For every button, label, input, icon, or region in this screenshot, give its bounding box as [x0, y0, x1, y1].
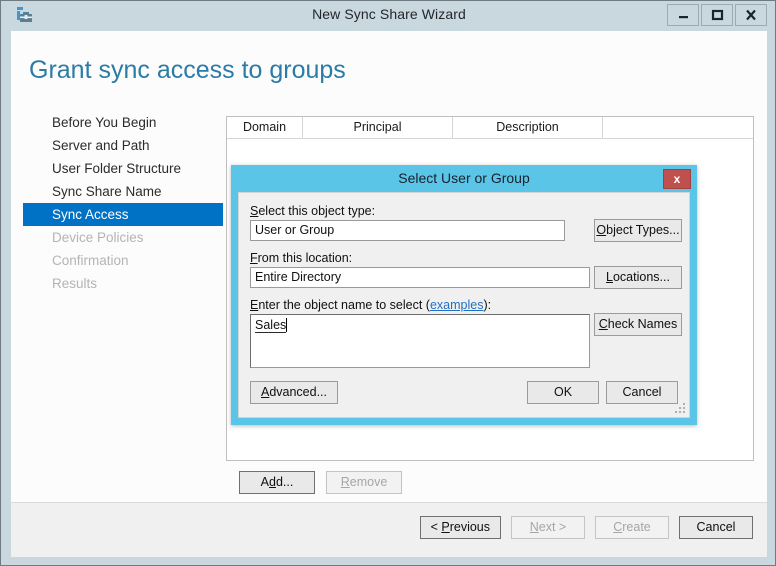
- dialog-close-icon[interactable]: x: [663, 169, 691, 189]
- location-label-accel: F: [250, 251, 258, 265]
- list-action-bar: Add... Remove: [239, 471, 402, 494]
- sidebar-item-before-you-begin[interactable]: Before You Begin: [23, 111, 223, 134]
- ok-button[interactable]: OK: [527, 381, 599, 404]
- column-header-blank[interactable]: [603, 117, 753, 139]
- add-button[interactable]: Add...: [239, 471, 315, 494]
- locations-button[interactable]: Locations...: [594, 266, 682, 289]
- object-type-label: Select this object type:: [250, 204, 375, 218]
- dialog-body: Select this object type: User or Group O…: [238, 192, 690, 418]
- object-name-input[interactable]: Sales: [250, 314, 590, 368]
- sidebar-item-confirmation: Confirmation: [23, 249, 223, 272]
- column-header-description[interactable]: Description: [453, 117, 603, 139]
- add-button-label: Add...: [261, 475, 294, 489]
- sidebar-item-user-folder-structure[interactable]: User Folder Structure: [23, 157, 223, 180]
- object-types-button-label: bject Types...: [606, 223, 679, 237]
- check-names-button[interactable]: Check Names: [594, 313, 682, 336]
- dialog-title: Select User or Group: [231, 165, 697, 192]
- sidebar-item-results: Results: [23, 272, 223, 295]
- create-button-accel: C: [613, 520, 622, 534]
- next-button-accel: N: [530, 520, 539, 534]
- object-name-label-end: ):: [483, 298, 491, 312]
- locations-button-accel: L: [606, 270, 613, 284]
- sidebar-item-device-policies: Device Policies: [23, 226, 223, 249]
- object-name-label-text: nter the object name to select (: [258, 298, 430, 312]
- location-field[interactable]: Entire Directory: [250, 267, 590, 288]
- resize-grip-icon[interactable]: [675, 403, 686, 414]
- maximize-icon[interactable]: [701, 4, 733, 26]
- examples-link[interactable]: examples: [430, 298, 484, 312]
- next-button-label: ext >: [539, 520, 566, 534]
- column-header-domain[interactable]: Domain: [227, 117, 303, 139]
- remove-button-accel: R: [341, 475, 350, 489]
- sidebar-item-server-and-path[interactable]: Server and Path: [23, 134, 223, 157]
- column-header-principal[interactable]: Principal: [303, 117, 453, 139]
- text-caret: [286, 318, 287, 332]
- previous-button-label: < Previous: [431, 520, 490, 534]
- select-user-or-group-dialog: Select User or Group x Select this objec…: [231, 165, 697, 425]
- object-type-label-text: elect this object type:: [258, 204, 375, 218]
- minimize-icon[interactable]: [667, 4, 699, 26]
- wizard-step-nav: Before You Begin Server and Path User Fo…: [23, 111, 223, 295]
- locations-button-label: ocations...: [613, 270, 670, 284]
- window-title: New Sync Share Wizard: [1, 6, 776, 22]
- advanced-label: dvanced...: [269, 385, 327, 399]
- next-button: Next >: [511, 516, 585, 539]
- create-button: Create: [595, 516, 669, 539]
- create-button-label: reate: [622, 520, 651, 534]
- location-label-text: rom this location:: [258, 251, 352, 265]
- page-title: Grant sync access to groups: [29, 56, 346, 85]
- sidebar-item-sync-access[interactable]: Sync Access: [23, 203, 223, 226]
- wizard-window: New Sync Share Wizard Grant sync access …: [0, 0, 776, 566]
- advanced-button[interactable]: Advanced...: [250, 381, 338, 404]
- previous-button[interactable]: < Previous: [420, 516, 501, 539]
- object-types-button-accel: O: [596, 223, 606, 237]
- sidebar-item-sync-share-name[interactable]: Sync Share Name: [23, 180, 223, 203]
- check-names-accel: C: [599, 317, 608, 331]
- object-types-button[interactable]: Object Types...: [594, 219, 682, 242]
- object-type-field[interactable]: User or Group: [250, 220, 565, 241]
- add-button-accel: d: [269, 475, 276, 489]
- object-name-label: Enter the object name to select (example…: [250, 298, 491, 312]
- previous-button-accel: P: [441, 520, 449, 534]
- cancel-button[interactable]: Cancel: [679, 516, 753, 539]
- dialog-cancel-button[interactable]: Cancel: [606, 381, 678, 404]
- wizard-footer-buttons: < Previous Next > Create Cancel: [420, 516, 753, 539]
- check-names-label: heck Names: [608, 317, 677, 331]
- object-name-value: Sales: [255, 318, 286, 333]
- wizard-footer: < Previous Next > Create Cancel: [11, 502, 767, 557]
- window-titlebar: New Sync Share Wizard: [1, 1, 776, 31]
- remove-button-label: emove: [350, 475, 388, 489]
- location-label: From this location:: [250, 251, 352, 265]
- close-icon[interactable]: [735, 4, 767, 26]
- permission-list-header: Domain Principal Description: [227, 117, 753, 139]
- remove-button: Remove: [326, 471, 402, 494]
